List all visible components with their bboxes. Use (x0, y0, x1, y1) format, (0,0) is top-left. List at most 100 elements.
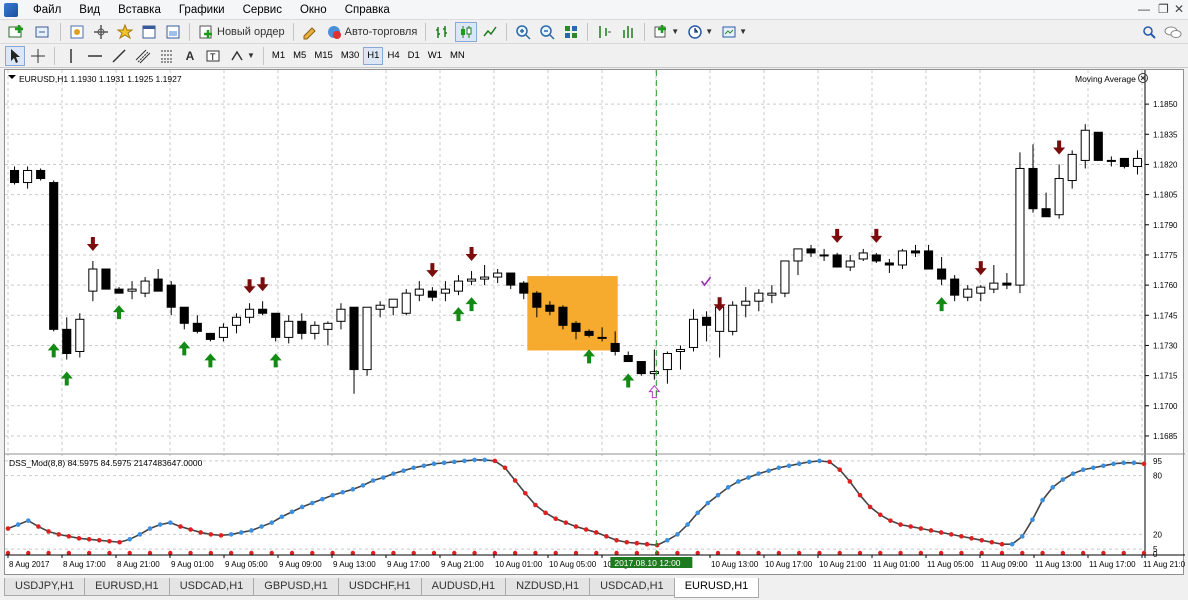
dss-dot (1090, 465, 1096, 471)
dss-dot (330, 492, 335, 498)
text-label-icon[interactable]: T (202, 46, 224, 66)
menu-file[interactable]: Файл (24, 0, 70, 20)
bear-candle (166, 284, 176, 308)
price-tick-label: 1.1745 (1153, 311, 1178, 320)
menu-insert[interactable]: Вставка (109, 0, 170, 20)
dss-dot (107, 538, 112, 544)
bull-candle (88, 268, 98, 292)
bear-candle (584, 330, 594, 336)
toolbar-separator (587, 22, 589, 41)
metaeditor-icon[interactable] (299, 22, 321, 42)
bear-candle (1028, 167, 1038, 210)
menu-help[interactable]: Справка (336, 0, 399, 20)
price-tick-label: 1.1790 (1153, 221, 1178, 230)
timeframe-d1[interactable]: D1 (404, 47, 424, 65)
bear-candle (179, 306, 189, 324)
price-tick-label: 1.1715 (1153, 372, 1178, 381)
menu-window[interactable]: Окно (291, 0, 336, 20)
bull-candle (453, 280, 464, 292)
equidistant-channel-icon[interactable] (132, 46, 154, 66)
tab-usdjpy[interactable]: USDJPY,H1 (4, 578, 86, 596)
tab-eurusd-active[interactable]: EURUSD,H1 (673, 578, 760, 598)
terminal-icon[interactable] (138, 22, 160, 42)
new-order-button[interactable]: Новый ордер (195, 22, 288, 42)
tab-audusd[interactable]: AUDUSD,H1 (420, 578, 507, 596)
cursor-icon[interactable] (5, 45, 25, 66)
price-tick-label: 1.1820 (1153, 160, 1178, 169)
market-watch-icon[interactable] (66, 22, 88, 42)
tile-windows-icon[interactable] (560, 22, 582, 42)
chart-header-triangle-icon[interactable] (8, 75, 16, 79)
dss-dot (309, 500, 315, 506)
new-chart-icon[interactable] (5, 22, 29, 42)
menu-view[interactable]: Вид (70, 0, 109, 20)
restore-icon[interactable]: ❐ (1158, 2, 1169, 16)
profiles-icon[interactable] (31, 22, 55, 42)
bull-candle (741, 300, 751, 306)
menu-tools[interactable]: Сервис (234, 0, 291, 20)
crosshair-move-icon[interactable] (90, 22, 112, 42)
indicator-close-icon[interactable] (1138, 73, 1148, 83)
dss-dot (644, 541, 650, 547)
close-icon[interactable]: ✕ (1174, 2, 1184, 16)
dss-dot (857, 492, 863, 498)
dss-dot (604, 534, 609, 539)
tab-usdcad-2[interactable]: USDCAD,H1 (589, 578, 675, 596)
indicators-icon[interactable]: ▼ (650, 22, 682, 42)
buy-arrow-icon (935, 297, 948, 312)
horizontal-line-icon[interactable] (84, 46, 106, 66)
periods-clock-icon[interactable]: ▼ (684, 22, 716, 42)
price-tick-label: 1.1775 (1153, 251, 1178, 260)
minimize-icon[interactable]: — (1138, 2, 1150, 16)
chat-icon[interactable] (1161, 22, 1185, 42)
tab-eurusd-1[interactable]: EURUSD,H1 (84, 578, 170, 596)
text-icon[interactable]: A (180, 46, 200, 66)
vertical-line-icon[interactable] (60, 46, 82, 66)
navigator-icon[interactable] (114, 22, 136, 42)
dss-dot (1070, 471, 1076, 476)
bar-chart-icon[interactable] (431, 22, 453, 42)
timeframe-w1[interactable]: W1 (424, 47, 446, 65)
sell-arrow-icon (465, 247, 478, 262)
dss-dot (522, 490, 528, 496)
dss-dot (137, 532, 143, 537)
crosshair-icon[interactable] (27, 46, 49, 66)
templates-icon[interactable]: ▼ (718, 22, 750, 42)
timeframe-h4[interactable]: H4 (383, 47, 403, 65)
auto-scroll-icon[interactable] (617, 22, 639, 42)
tab-usdcad-1[interactable]: USDCAD,H1 (168, 578, 255, 596)
bear-candle (1093, 131, 1103, 161)
tab-gbpusd[interactable]: GBPUSD,H1 (253, 578, 339, 596)
bull-candle (310, 324, 320, 334)
buy-arrow-icon (178, 341, 191, 356)
dss-dot (462, 458, 467, 464)
timeframe-m5[interactable]: M5 (289, 47, 310, 65)
candlestick-chart-icon[interactable] (455, 21, 478, 42)
zoom-out-icon[interactable] (536, 22, 558, 42)
dss-dot (299, 504, 305, 510)
bull-candle (845, 260, 855, 268)
dss-dot (969, 536, 974, 541)
strategy-tester-icon[interactable] (162, 22, 184, 42)
time-tick-label: 10 Aug 13:00 (711, 560, 759, 569)
timeframe-m1[interactable]: M1 (268, 47, 289, 65)
arrows-icon[interactable]: ▼ (226, 46, 258, 66)
timeframe-m15[interactable]: M15 (310, 47, 336, 65)
dss-dot (735, 479, 741, 484)
menu-charts[interactable]: Графики (170, 0, 234, 20)
timeframe-h1[interactable]: H1 (363, 46, 384, 65)
auto-trading-button[interactable]: Авто-торговля (323, 22, 421, 42)
trendline-icon[interactable] (108, 46, 130, 66)
timeframe-m30[interactable]: M30 (337, 47, 363, 65)
tab-nzdusd[interactable]: NZDUSD,H1 (505, 578, 591, 596)
timeframe-mn[interactable]: MN (446, 47, 469, 65)
line-chart-icon[interactable] (479, 22, 501, 42)
tab-usdchf[interactable]: USDCHF,H1 (337, 578, 422, 596)
search-icon[interactable] (1139, 22, 1159, 42)
chart-canvas[interactable]: 1.1850 1.1835 1.1820 1.1805 1.1790 1.1775 1.17… (5, 70, 1185, 576)
fibonacci-icon[interactable] (156, 46, 178, 66)
bear-candle (545, 304, 555, 312)
zoom-in-icon[interactable] (512, 22, 534, 42)
chart-window[interactable]: 1.1850 1.1835 1.1820 1.1805 1.1790 1.1775 1.17… (4, 69, 1185, 576)
chart-shift-icon[interactable] (593, 22, 615, 42)
